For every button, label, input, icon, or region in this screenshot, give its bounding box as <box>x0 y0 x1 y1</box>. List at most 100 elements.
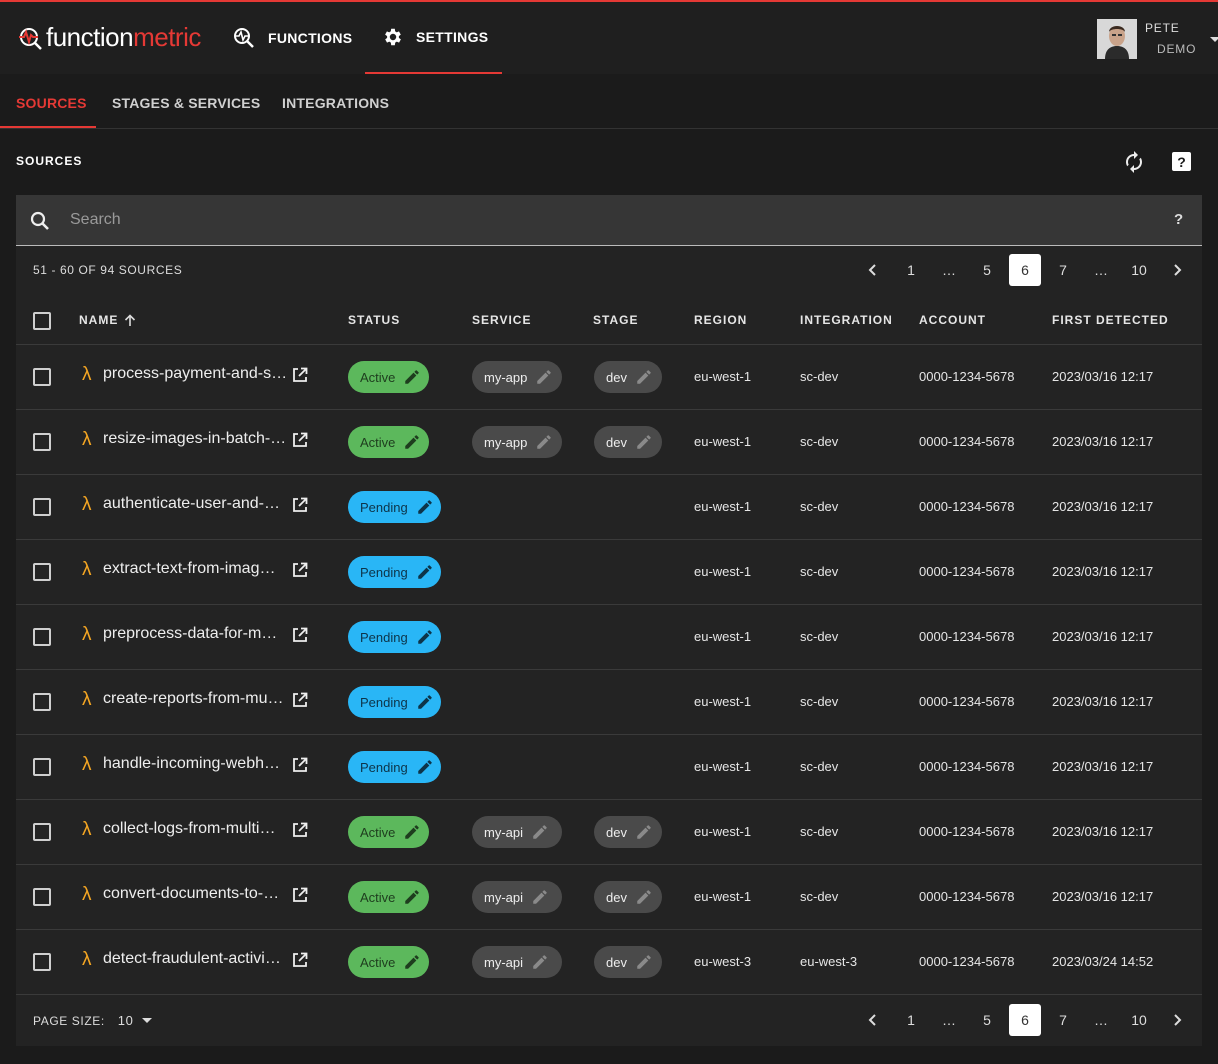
pencil-icon[interactable] <box>635 823 653 841</box>
table-row[interactable]: λ create-reports-from-mu… Pending eu-west-1… <box>16 670 1202 735</box>
service-chip[interactable]: my-app <box>472 426 562 458</box>
open-in-new-icon[interactable] <box>292 497 308 513</box>
row-checkbox[interactable] <box>33 563 51 581</box>
table-row[interactable]: λ convert-documents-to-… Active my-api dev eu… <box>16 865 1202 930</box>
chevron-down-icon[interactable] <box>1210 36 1218 42</box>
nav-functions[interactable]: FUNCTIONS <box>232 2 352 74</box>
pencil-icon[interactable] <box>403 823 421 841</box>
user-menu[interactable]: PETE DEMO <box>1097 18 1218 60</box>
next-page-button[interactable] <box>1161 1004 1193 1036</box>
pencil-icon[interactable] <box>403 368 421 386</box>
function-name[interactable]: convert-documents-to-… <box>103 885 285 903</box>
function-name[interactable]: authenticate-user-and-… <box>103 495 285 513</box>
open-in-new-icon[interactable] <box>292 627 308 643</box>
pencil-icon[interactable] <box>416 693 434 711</box>
row-checkbox[interactable] <box>33 368 51 386</box>
prev-page-button[interactable] <box>857 254 889 286</box>
stage-chip[interactable]: dev <box>594 816 662 848</box>
pencil-icon[interactable] <box>531 823 549 841</box>
status-badge[interactable]: Active <box>348 946 429 978</box>
page-button[interactable]: 7 <box>1047 1004 1079 1036</box>
pencil-icon[interactable] <box>531 888 549 906</box>
app-logo[interactable]: function metric <box>18 22 201 53</box>
pencil-icon[interactable] <box>531 953 549 971</box>
page-button[interactable]: 10 <box>1123 1004 1155 1036</box>
row-checkbox[interactable] <box>33 498 51 516</box>
column-header-status[interactable]: STATUS <box>348 313 400 327</box>
pencil-icon[interactable] <box>403 953 421 971</box>
service-chip[interactable]: my-api <box>472 946 562 978</box>
current-page-button[interactable]: 6 <box>1009 1004 1041 1036</box>
tab-stages-services[interactable]: STAGES & SERVICES <box>112 74 260 128</box>
table-row[interactable]: λ process-payment-and-s… Active my-app dev eu… <box>16 345 1202 410</box>
page-button[interactable]: 1 <box>895 254 927 286</box>
column-header-service[interactable]: SERVICE <box>472 313 531 327</box>
function-name[interactable]: preprocess-data-for-m… <box>103 625 285 643</box>
help-box-icon[interactable]: ? <box>1171 151 1192 172</box>
pencil-icon[interactable] <box>416 758 434 776</box>
table-row[interactable]: λ handle-incoming-webh… Pending eu-west-1 sc… <box>16 735 1202 800</box>
pencil-icon[interactable] <box>416 563 434 581</box>
open-in-new-icon[interactable] <box>292 757 308 773</box>
current-page-button[interactable]: 6 <box>1009 254 1041 286</box>
status-badge[interactable]: Pending <box>348 621 441 653</box>
stage-chip[interactable]: dev <box>594 881 662 913</box>
table-row[interactable]: λ extract-text-from-imag… Pending eu-west-1… <box>16 540 1202 605</box>
function-name[interactable]: detect-fraudulent-activi… <box>103 950 285 968</box>
status-badge[interactable]: Active <box>348 881 429 913</box>
pencil-icon[interactable] <box>535 433 553 451</box>
page-button[interactable]: 1 <box>895 1004 927 1036</box>
column-header-account[interactable]: ACCOUNT <box>919 313 986 327</box>
open-in-new-icon[interactable] <box>292 432 308 448</box>
page-button[interactable]: 10 <box>1123 254 1155 286</box>
function-name[interactable]: resize-images-in-batch-… <box>103 430 285 448</box>
table-row[interactable]: λ resize-images-in-batch-… Active my-app dev… <box>16 410 1202 475</box>
status-badge[interactable]: Active <box>348 361 429 393</box>
status-badge[interactable]: Active <box>348 816 429 848</box>
tab-integrations[interactable]: INTEGRATIONS <box>282 74 389 128</box>
function-name[interactable]: handle-incoming-webh… <box>103 755 285 773</box>
function-name[interactable]: collect-logs-from-multi… <box>103 820 285 838</box>
search-input[interactable] <box>68 195 1158 245</box>
open-in-new-icon[interactable] <box>292 952 308 968</box>
page-button[interactable]: 5 <box>971 1004 1003 1036</box>
row-checkbox[interactable] <box>33 433 51 451</box>
pencil-icon[interactable] <box>635 888 653 906</box>
pencil-icon[interactable] <box>635 433 653 451</box>
open-in-new-icon[interactable] <box>292 822 308 838</box>
status-badge[interactable]: Pending <box>348 491 441 523</box>
function-name[interactable]: extract-text-from-imag… <box>103 560 285 578</box>
service-chip[interactable]: my-app <box>472 361 562 393</box>
pencil-icon[interactable] <box>416 498 434 516</box>
open-in-new-icon[interactable] <box>292 562 308 578</box>
row-checkbox[interactable] <box>33 953 51 971</box>
refresh-icon[interactable] <box>1122 150 1146 174</box>
prev-page-button[interactable] <box>857 1004 889 1036</box>
row-checkbox[interactable] <box>33 823 51 841</box>
page-button[interactable]: 5 <box>971 254 1003 286</box>
row-checkbox[interactable] <box>33 888 51 906</box>
status-badge[interactable]: Active <box>348 426 429 458</box>
select-all-checkbox[interactable] <box>33 312 51 330</box>
stage-chip[interactable]: dev <box>594 946 662 978</box>
row-checkbox[interactable] <box>33 758 51 776</box>
stage-chip[interactable]: dev <box>594 361 662 393</box>
status-badge[interactable]: Pending <box>348 556 441 588</box>
pencil-icon[interactable] <box>403 433 421 451</box>
table-row[interactable]: λ preprocess-data-for-m… Pending eu-west-1 s… <box>16 605 1202 670</box>
search-help-icon[interactable]: ? <box>1174 211 1183 228</box>
column-header-stage[interactable]: STAGE <box>593 313 638 327</box>
pencil-icon[interactable] <box>535 368 553 386</box>
function-name[interactable]: create-reports-from-mu… <box>103 690 285 708</box>
page-button[interactable]: 7 <box>1047 254 1079 286</box>
open-in-new-icon[interactable] <box>292 692 308 708</box>
stage-chip[interactable]: dev <box>594 426 662 458</box>
service-chip[interactable]: my-api <box>472 816 562 848</box>
column-header-first-detected[interactable]: FIRST DETECTED <box>1052 313 1169 327</box>
table-row[interactable]: λ authenticate-user-and-… Pending eu-west-1… <box>16 475 1202 540</box>
table-row[interactable]: λ detect-fraudulent-activi… Active my-api de… <box>16 930 1202 995</box>
open-in-new-icon[interactable] <box>292 367 308 383</box>
service-chip[interactable]: my-api <box>472 881 562 913</box>
column-header-region[interactable]: REGION <box>694 313 747 327</box>
status-badge[interactable]: Pending <box>348 751 441 783</box>
